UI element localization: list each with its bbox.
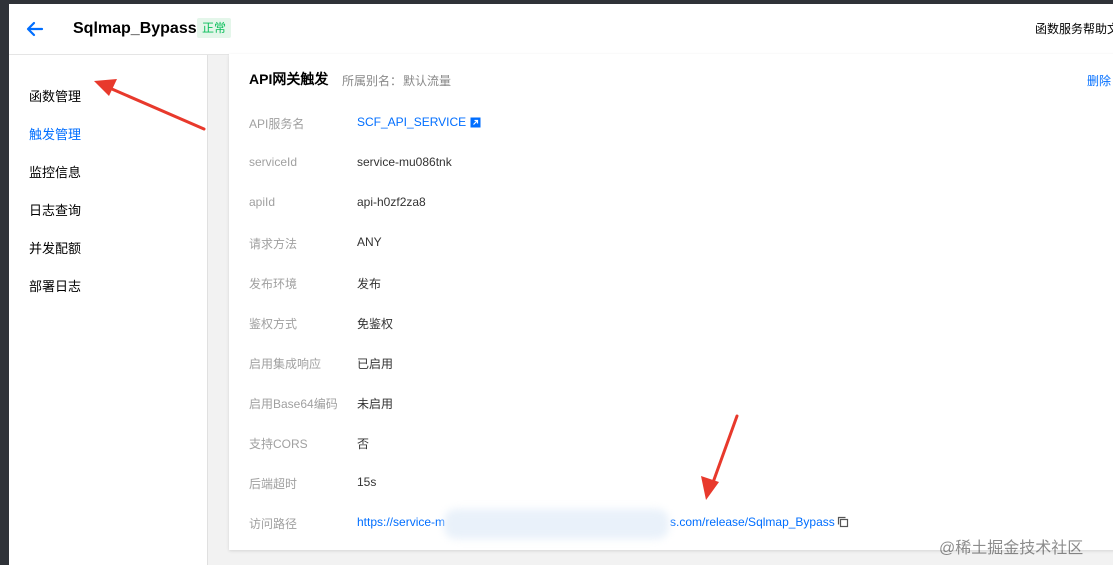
alias-value: 默认流量 <box>403 74 452 88</box>
field-label-integration-response: 启用集成响应 <box>249 357 322 371</box>
status-badge: 正常 <box>197 18 232 38</box>
field-value-backend-timeout: 15s <box>357 475 377 489</box>
field-label-auth-method: 鉴权方式 <box>249 317 298 331</box>
field-value-publish-env: 发布 <box>357 277 382 291</box>
access-path-link-prefix[interactable]: https://service-m <box>357 515 445 529</box>
field-label-request-method: 请求方法 <box>249 237 298 251</box>
trigger-card: API网关触发 所属别名： 默认流量 删除 API服务名 SCF_API_SER… <box>229 54 1113 550</box>
help-doc-link[interactable]: 函数服务帮助文 <box>1035 20 1113 37</box>
field-value-api-service-name: SCF_API_SERVICE <box>357 115 481 129</box>
redaction-blur <box>444 509 669 539</box>
api-service-link[interactable]: SCF_API_SERVICE <box>357 115 466 129</box>
field-value-service-id: service-mu086tnk <box>357 155 452 169</box>
page-title: Sqlmap_Bypass <box>73 20 197 37</box>
top-bar: Sqlmap_Bypass 正常 函数服务帮助文 <box>9 4 1113 55</box>
sidebar-item-function-management[interactable]: 函数管理 <box>29 88 81 106</box>
sidebar-item-deploy-log[interactable]: 部署日志 <box>29 278 81 296</box>
sidebar: 函数管理 触发管理 监控信息 日志查询 并发配额 部署日志 <box>9 55 208 565</box>
field-value-api-id: api-h0zf2za8 <box>357 195 426 209</box>
alias-label: 所属别名： <box>342 74 403 88</box>
app-frame: Sqlmap_Bypass 正常 函数服务帮助文 函数管理 触发管理 监控信息 … <box>9 4 1113 565</box>
external-link-icon[interactable] <box>470 117 481 128</box>
sidebar-item-log-query[interactable]: 日志查询 <box>29 202 81 220</box>
copy-icon[interactable] <box>837 516 849 528</box>
field-value-base64: 未启用 <box>357 397 394 411</box>
back-arrow-icon[interactable] <box>24 18 46 40</box>
field-label-api-id: apiId <box>249 195 276 209</box>
field-value-integration-response: 已启用 <box>357 357 394 371</box>
field-label-cors: 支持CORS <box>249 437 308 451</box>
field-label-backend-timeout: 后端超时 <box>249 477 298 491</box>
card-title: API网关触发 <box>249 71 329 87</box>
delete-button[interactable]: 删除 <box>1087 72 1111 89</box>
field-value-auth-method: 免鉴权 <box>357 317 394 331</box>
field-label-access-path: 访问路径 <box>249 517 298 531</box>
field-label-service-id: serviceId <box>249 155 298 169</box>
sidebar-item-trigger-management[interactable]: 触发管理 <box>29 126 81 144</box>
field-value-request-method: ANY <box>357 235 382 249</box>
sidebar-item-monitoring[interactable]: 监控信息 <box>29 164 81 182</box>
field-label-publish-env: 发布环境 <box>249 277 298 291</box>
sidebar-item-concurrency-quota[interactable]: 并发配额 <box>29 240 81 258</box>
field-label-base64: 启用Base64编码 <box>249 397 338 411</box>
field-label-api-service-name: API服务名 <box>249 117 305 131</box>
access-path-link-suffix[interactable]: s.com/release/Sqlmap_Bypass <box>670 515 835 529</box>
watermark-text: @稀土掘金技术社区 <box>939 540 1084 557</box>
field-value-cors: 否 <box>357 437 370 451</box>
